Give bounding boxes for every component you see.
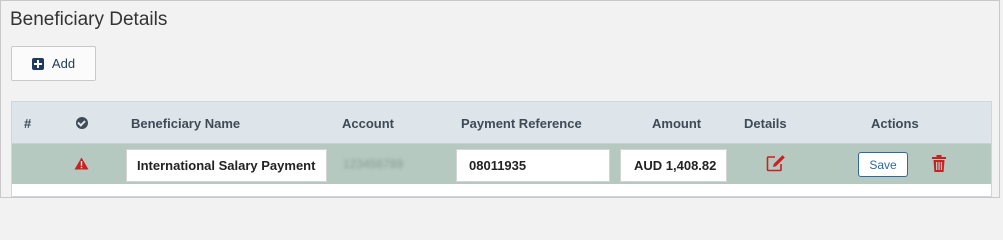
header-details: Details <box>744 116 787 131</box>
table-row: International Salary Payment 123456789 0… <box>12 144 991 184</box>
beneficiary-table: # Beneficiary Name Account Payment Refer… <box>11 101 992 197</box>
edit-icon[interactable] <box>766 154 786 172</box>
header-beneficiary-name[interactable]: Beneficiary Name <box>131 116 240 131</box>
header-account[interactable]: Account <box>342 116 394 131</box>
payment-reference-value: 08011935 <box>469 158 527 173</box>
amount-value: AUD 1,408.82 <box>634 158 717 173</box>
beneficiary-panel: Beneficiary Details Add # Beneficiary Na… <box>0 0 1000 198</box>
account-value: 123456789 <box>343 157 404 171</box>
check-circle-icon <box>76 117 88 129</box>
payment-reference-field[interactable]: 08011935 <box>456 149 610 182</box>
beneficiary-name-value: International Salary Payment <box>137 158 316 173</box>
table-header: # Beneficiary Name Account Payment Refer… <box>12 102 991 144</box>
save-button[interactable]: Save <box>858 152 908 177</box>
add-button-label: Add <box>51 56 76 71</box>
header-payment-reference[interactable]: Payment Reference <box>461 116 582 131</box>
trash-icon[interactable] <box>931 155 947 172</box>
add-button[interactable]: Add <box>11 46 96 81</box>
warning-icon <box>74 157 89 170</box>
header-amount[interactable]: Amount <box>652 116 701 131</box>
page-title: Beneficiary Details <box>10 9 168 30</box>
header-actions: Actions <box>871 116 919 131</box>
header-index: # <box>24 116 32 131</box>
plus-square-icon <box>31 57 44 70</box>
amount-field[interactable]: AUD 1,408.82 <box>620 149 727 182</box>
beneficiary-name-field[interactable]: International Salary Payment <box>126 149 327 182</box>
